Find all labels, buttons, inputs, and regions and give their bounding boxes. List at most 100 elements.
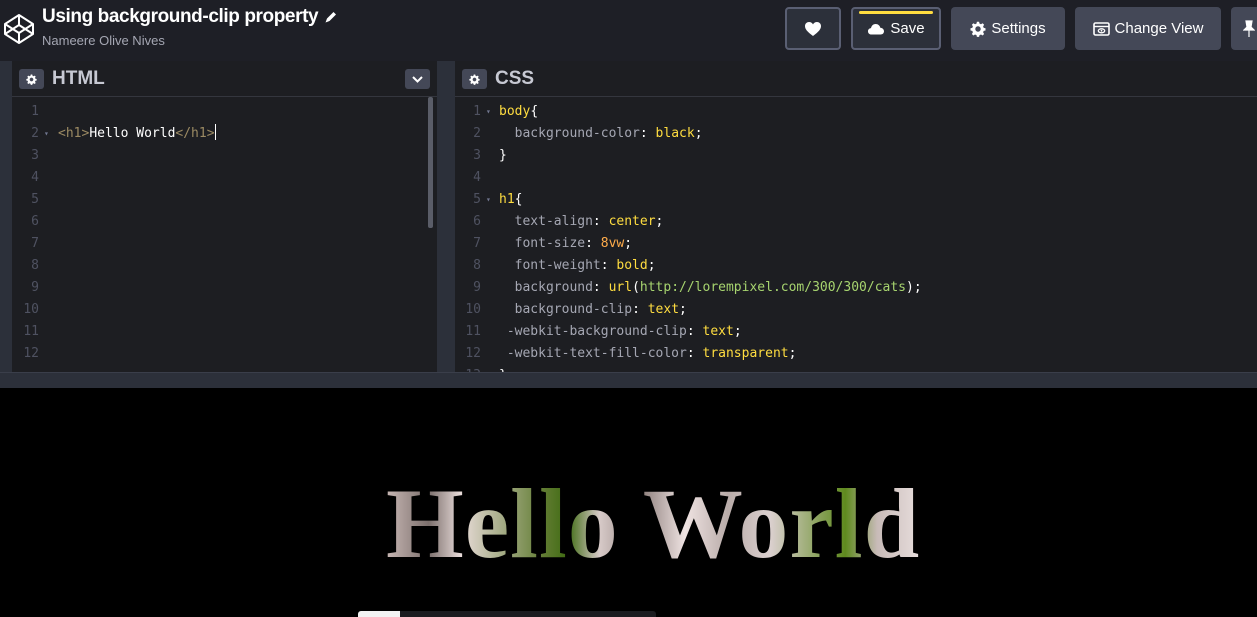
- code-text: -webkit-background-clip: text;: [499, 324, 742, 339]
- code-line[interactable]: 10 background-clip: text;: [455, 299, 1257, 321]
- line-number: 1: [473, 104, 481, 119]
- css-editor-title: CSS: [495, 68, 535, 89]
- save-button[interactable]: Save: [851, 7, 941, 50]
- code-line[interactable]: 3: [12, 145, 437, 167]
- code-line[interactable]: 12 -webkit-text-fill-color: transparent;: [455, 343, 1257, 365]
- html-settings-button[interactable]: [19, 69, 44, 89]
- css-settings-button[interactable]: [462, 69, 487, 89]
- change-view-button[interactable]: Change View: [1075, 7, 1221, 50]
- line-number: 5: [31, 192, 39, 207]
- line-number: 10: [465, 302, 481, 317]
- code-line[interactable]: 2 background-color: black;: [455, 123, 1257, 145]
- line-number: 6: [31, 214, 39, 229]
- code-line[interactable]: 6 text-align: center;: [455, 211, 1257, 233]
- text-cursor: [214, 124, 216, 140]
- code-text: text-align: center;: [499, 214, 664, 229]
- preview-resizer[interactable]: [0, 372, 1257, 388]
- code-line[interactable]: 9: [12, 277, 437, 299]
- code-text: background: url(http://lorempixel.com/30…: [499, 280, 922, 295]
- line-number: 6: [473, 214, 481, 229]
- codepen-logo-icon[interactable]: [3, 13, 35, 45]
- line-number: 7: [31, 236, 39, 251]
- line-number: 2: [31, 126, 39, 141]
- line-number: 3: [31, 148, 39, 163]
- gear-icon: [26, 74, 37, 85]
- save-label: Save: [890, 20, 925, 37]
- code-line[interactable]: 4: [455, 167, 1257, 189]
- html-editor-scrollbar[interactable]: [428, 97, 433, 228]
- settings-label: Settings: [991, 20, 1046, 37]
- line-number: 1: [31, 104, 39, 119]
- editor-divider[interactable]: [437, 61, 455, 372]
- editors-area: HTML 1 2 ▾ <h1>Hello World</h1> 3 4 5 6 7 8 9 10 11 1…: [0, 61, 1257, 372]
- code-line[interactable]: 9 background: url(http://lorempixel.com/…: [455, 277, 1257, 299]
- chevron-down-icon: [412, 75, 423, 83]
- code-line[interactable]: 11: [12, 321, 437, 343]
- fold-arrow-icon[interactable]: ▾: [486, 189, 491, 211]
- code-line[interactable]: 2 ▾ <h1>Hello World</h1>: [12, 123, 437, 145]
- code-line[interactable]: 7: [12, 233, 437, 255]
- heart-icon: [805, 21, 821, 36]
- code-text: body{: [499, 104, 539, 119]
- pin-icon: [1243, 19, 1255, 37]
- code-text: font-weight: bold;: [499, 258, 656, 273]
- code-line[interactable]: 7 font-size: 8vw;: [455, 233, 1257, 255]
- line-number: 12: [465, 346, 481, 361]
- line-number: 2: [473, 126, 481, 141]
- css-code-area[interactable]: 1 ▾ body{2 background-color: black; 3} 4 5 ▾ h1…: [455, 101, 1257, 372]
- app-header: Using background-clip property Nameere O…: [0, 0, 1257, 61]
- more-button[interactable]: [1231, 7, 1257, 50]
- css-editor[interactable]: CSS 1 ▾ body{2 background-color: black; 3} 4…: [455, 61, 1257, 372]
- line-number: 11: [465, 324, 481, 339]
- code-line[interactable]: 13}: [455, 365, 1257, 372]
- html-code-area[interactable]: 1 2 ▾ <h1>Hello World</h1> 3 4 5 6 7 8 9 10 11 12: [12, 101, 437, 365]
- code-line[interactable]: 1 ▾ body{: [455, 101, 1257, 123]
- line-number: 4: [31, 170, 39, 185]
- html-editor-menu-button[interactable]: [405, 69, 430, 89]
- code-text: }: [499, 365, 507, 372]
- code-line[interactable]: 8 font-weight: bold;: [455, 255, 1257, 277]
- code-line[interactable]: 8: [12, 255, 437, 277]
- line-number: 5: [473, 192, 481, 207]
- code-line[interactable]: 6: [12, 211, 437, 233]
- code-line[interactable]: 5: [12, 189, 437, 211]
- pen-author[interactable]: Nameere Olive Nives: [42, 33, 165, 48]
- code-text: background-clip: text;: [499, 302, 687, 317]
- cloud-icon: [868, 23, 885, 34]
- change-view-icon: [1092, 21, 1110, 36]
- settings-button[interactable]: Settings: [951, 7, 1065, 50]
- line-number: 13: [455, 365, 481, 372]
- code-line[interactable]: 5 ▾ h1{: [455, 189, 1257, 211]
- left-gutter: [0, 61, 12, 372]
- html-editor-title: HTML: [52, 68, 105, 89]
- code-text: background-color: black;: [499, 126, 703, 141]
- result-preview: Hello World: [0, 388, 1257, 617]
- line-number: 11: [23, 324, 39, 339]
- love-button[interactable]: [785, 7, 841, 50]
- code-line[interactable]: 10: [12, 299, 437, 321]
- line-number: 9: [31, 280, 39, 295]
- css-editor-header: CSS: [455, 61, 1257, 97]
- code-line[interactable]: 3}: [455, 145, 1257, 167]
- line-number: 10: [23, 302, 39, 317]
- fold-arrow-icon[interactable]: ▾: [44, 123, 49, 145]
- preview-heading: Hello World: [386, 468, 921, 579]
- line-number: 9: [473, 280, 481, 295]
- code-line[interactable]: 1: [12, 101, 437, 123]
- line-number: 8: [473, 258, 481, 273]
- code-line[interactable]: 4: [12, 167, 437, 189]
- pen-title[interactable]: Using background-clip property: [42, 6, 319, 28]
- pencil-icon[interactable]: [324, 10, 338, 24]
- html-editor[interactable]: HTML 1 2 ▾ <h1>Hello World</h1> 3 4 5 6 7 8 9 10 11 1…: [12, 61, 437, 372]
- fold-arrow-icon[interactable]: ▾: [486, 101, 491, 123]
- code-text: font-size: 8vw;: [499, 236, 633, 251]
- line-number: 7: [473, 236, 481, 251]
- code-line[interactable]: 11 -webkit-background-clip: text;: [455, 321, 1257, 343]
- console-bar[interactable]: [358, 611, 656, 617]
- html-editor-header: HTML: [12, 61, 437, 97]
- pen-title-row: Using background-clip property: [42, 6, 338, 28]
- gear-icon: [970, 21, 986, 37]
- code-line[interactable]: 12: [12, 343, 437, 365]
- line-number: 4: [473, 170, 481, 185]
- code-text: <h1>Hello World</h1>: [58, 124, 216, 141]
